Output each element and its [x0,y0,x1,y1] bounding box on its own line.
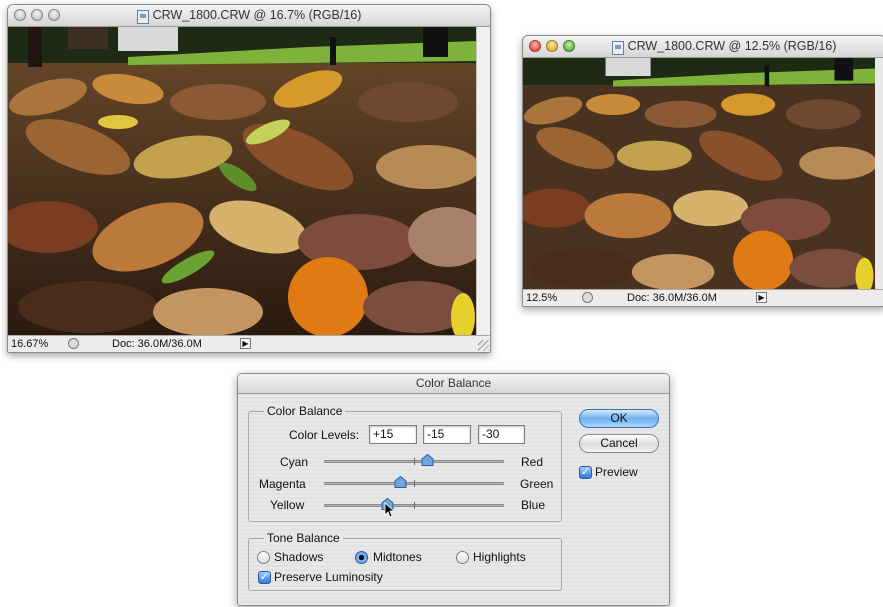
arrow-cursor-icon [384,502,394,518]
slider-center-tick [414,480,415,487]
minimize-light-icon[interactable] [31,9,43,21]
status-bar: 12.5% Doc: 36.0M/36.0M ▶ [523,289,883,306]
shadows-radio[interactable] [257,551,270,564]
status-menu-icon[interactable] [68,338,79,349]
doc-size-info: Doc: 36.0M/36.0M [627,292,717,304]
slider-right-label: Green [520,477,554,491]
window-title: CRW_1800.CRW @ 12.5% (RGB/16) [627,39,837,53]
zoom-level[interactable]: 12.5% [526,290,557,306]
status-menu-icon[interactable] [582,292,593,303]
zoom-light-icon[interactable] [48,9,60,21]
autumn-leaves-photo [523,58,875,290]
color-balance-group-title: Color Balance [264,404,346,418]
photo-canvas[interactable] [523,58,875,290]
color-level-field-3[interactable]: -30 [478,425,525,444]
window-titlebar[interactable]: CRW_1800.CRW @ 16.7% (RGB/16) [8,5,490,27]
close-light-icon[interactable] [529,40,541,52]
zoom-level[interactable]: 16.67% [11,336,48,352]
preview-label[interactable]: Preview [595,465,638,479]
image-window-small[interactable]: CRW_1800.CRW @ 12.5% (RGB/16) 12.5% Doc:… [522,35,883,307]
color-balance-dialog[interactable]: Color Balance Color Balance Color Levels… [237,373,670,606]
ok-button[interactable]: OK [579,409,659,428]
triangle-right-icon[interactable]: ▶ [240,338,251,349]
slider-knob-icon[interactable] [394,476,407,489]
slider-right-label: Red [521,455,544,469]
shadows-label[interactable]: Shadows [274,550,323,564]
slider-left-label: Yellow [270,498,305,512]
doc-size-info: Doc: 36.0M/36.0M [112,338,202,350]
minimize-light-icon[interactable] [546,40,558,52]
color-level-field-2[interactable]: -15 [423,425,471,444]
resize-grip-icon[interactable] [478,340,489,351]
document-icon [136,9,149,24]
highlights-label[interactable]: Highlights [473,550,526,564]
window-title: CRW_1800.CRW @ 16.7% (RGB/16) [152,8,362,22]
tone-balance-group-title: Tone Balance [264,531,343,545]
close-light-icon[interactable] [14,9,26,21]
vertical-scrollbar[interactable] [476,27,490,336]
dialog-titlebar[interactable]: Color Balance [238,374,669,394]
document-icon [611,40,624,55]
image-window-large[interactable]: CRW_1800.CRW @ 16.7% (RGB/16) 16.67% Doc… [7,4,491,353]
window-titlebar[interactable]: CRW_1800.CRW @ 12.5% (RGB/16) [523,36,883,58]
zoom-light-icon[interactable] [563,40,575,52]
slider-left-label: Magenta [259,477,306,491]
preserve-luminosity-checkbox[interactable]: ✓ [258,571,271,584]
dialog-title: Color Balance [415,376,492,390]
midtones-radio[interactable] [355,551,368,564]
slider-center-tick [414,458,415,465]
slider-right-label: Blue [521,498,546,512]
color-levels-label: Color Levels: [289,428,360,442]
cancel-button[interactable]: Cancel [579,434,659,453]
triangle-right-icon[interactable]: ▶ [756,292,767,303]
slider-left-label: Cyan [280,455,309,469]
midtones-label[interactable]: Midtones [373,550,422,564]
slider-center-tick [414,502,415,509]
photo-canvas[interactable] [8,27,477,336]
autumn-leaves-photo [8,27,477,336]
slider-knob-icon[interactable] [421,454,434,467]
highlights-radio[interactable] [456,551,469,564]
color-level-field-1[interactable]: +15 [369,425,417,444]
preserve-luminosity-label[interactable]: Preserve Luminosity [274,570,383,584]
preview-checkbox[interactable]: ✓ [579,466,592,479]
status-bar: 16.67% Doc: 36.0M/36.0M ▶ [8,335,490,352]
